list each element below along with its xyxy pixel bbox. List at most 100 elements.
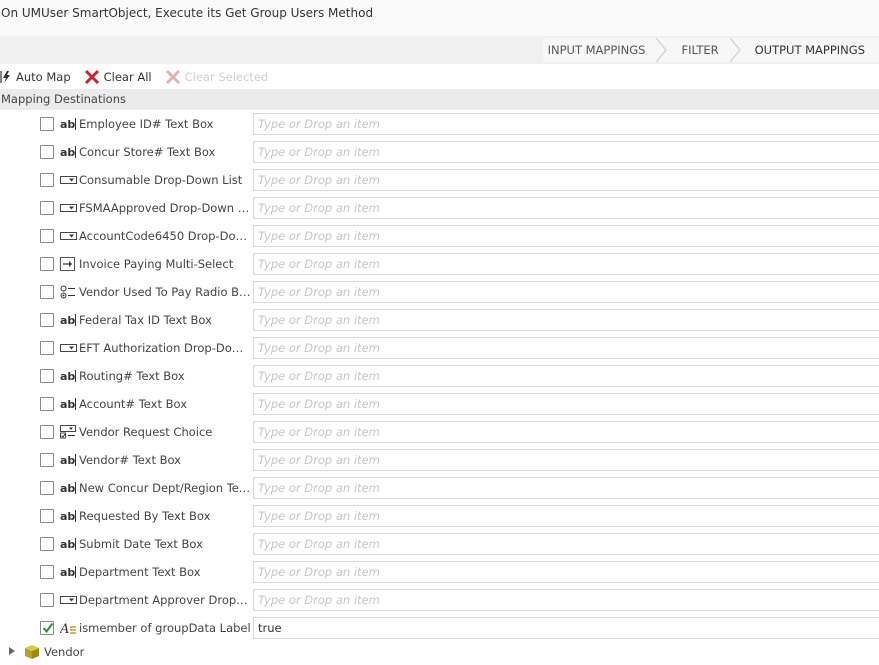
auto-map-button[interactable]: Auto Map [0, 70, 71, 84]
mapping-drop-field[interactable]: Type or Drop an item [253, 253, 879, 275]
row-checkbox[interactable] [40, 117, 54, 131]
radio-list-icon [60, 285, 77, 299]
mapping-drop-field[interactable]: Type or Drop an item [253, 337, 879, 359]
row-label: Department Text Box [79, 565, 201, 579]
row-checkbox[interactable] [40, 369, 54, 383]
mapping-drop-field[interactable]: Type or Drop an item [253, 477, 879, 499]
clear-all-button[interactable]: Clear All [84, 69, 152, 85]
mapping-drop-field[interactable]: Type or Drop an item [253, 197, 879, 219]
tree-node-label: Vendor [44, 645, 85, 659]
row-label: Federal Tax ID Text Box [79, 313, 212, 327]
row-label: Requested By Text Box [79, 509, 211, 523]
mapping-drop-field[interactable]: Type or Drop an item [253, 505, 879, 527]
mapping-drop-field[interactable]: Type or Drop an item [253, 421, 879, 443]
textbox-icon: ab [60, 537, 77, 551]
textbox-icon: ab [60, 453, 77, 467]
row-checkbox[interactable] [40, 509, 54, 523]
mapping-row: Vendor Request Choice Type or Drop an ite… [0, 418, 879, 446]
chevron-right-icon [656, 38, 668, 62]
row-checkbox[interactable] [40, 397, 54, 411]
mapping-row: ab New Concur Dept/Region Text BoxType or… [0, 474, 879, 502]
row-checkbox[interactable] [40, 173, 54, 187]
row-label: Vendor Used To Pay Radio Button List [79, 285, 251, 299]
page-title: On UMUser SmartObject, Execute its Get G… [1, 6, 374, 20]
checkmark-icon [42, 622, 54, 634]
mapping-row: ab Submit Date Text Box Type or Drop an it… [0, 530, 879, 558]
svg-text:ab: ab [60, 314, 75, 327]
row-checkbox[interactable] [40, 201, 54, 215]
clear-x-icon [84, 69, 99, 85]
row-checkbox[interactable] [40, 537, 54, 551]
row-label: Consumable Drop-Down List [79, 173, 243, 187]
row-label: Invoice Paying Multi-Select [79, 257, 234, 271]
mapping-drop-field[interactable]: Type or Drop an item [253, 225, 879, 247]
mapping-row: Department Approver Drop-Down ListType o… [0, 586, 879, 614]
row-label: Employee ID# Text Box [79, 117, 214, 131]
row-checkbox[interactable] [40, 229, 54, 243]
mapping-drop-field[interactable]: Type or Drop an item [253, 141, 879, 163]
svg-text:ab: ab [60, 146, 75, 159]
mapping-drop-field[interactable]: Type or Drop an item [253, 533, 879, 555]
row-label: Concur Store# Text Box [79, 145, 216, 159]
section-heading: Mapping Destinations [0, 89, 879, 110]
auto-map-icon [0, 71, 10, 83]
svg-text:ab: ab [60, 510, 75, 523]
dropdown-icon [60, 229, 77, 243]
svg-text:ab: ab [60, 566, 75, 579]
mapping-drop-field[interactable]: Type or Drop an item [253, 113, 879, 135]
row-checkbox[interactable] [40, 481, 54, 495]
textbox-icon: ab [60, 313, 77, 327]
row-checkbox[interactable] [40, 621, 54, 635]
textbox-icon: ab [60, 565, 77, 579]
row-label: Account# Text Box [79, 397, 188, 411]
row-checkbox[interactable] [40, 593, 54, 607]
row-checkbox[interactable] [40, 313, 54, 327]
mapping-row: ab Routing# Text Box Type or Drop an item [0, 362, 879, 390]
step-output-mappings[interactable]: OUTPUT MAPPINGS [732, 38, 879, 62]
dropdown-icon [60, 201, 77, 215]
row-label: Submit Date Text Box [79, 537, 203, 551]
mapping-drop-field[interactable]: Type or Drop an item [253, 309, 879, 331]
smartobject-cube-icon [25, 645, 39, 659]
svg-text:ab: ab [60, 118, 75, 131]
row-checkbox[interactable] [40, 425, 54, 439]
textbox-icon: ab [60, 481, 77, 495]
mapping-row: AccountCode6450 Drop-Down ListType or Dr… [0, 222, 879, 250]
wizard-bar: INPUT MAPPINGS FILTER OUTPUT MAPPINGS [0, 36, 879, 64]
dropdown-icon [60, 173, 77, 187]
row-label: FSMAApproved Drop-Down List [79, 201, 251, 215]
expand-arrow-icon[interactable] [8, 646, 16, 656]
mapping-drop-field[interactable]: Type or Drop an item [253, 365, 879, 387]
row-checkbox[interactable] [40, 565, 54, 579]
step-input-mappings[interactable]: INPUT MAPPINGS [542, 38, 668, 62]
mapping-drop-field[interactable]: Type or Drop an item [253, 561, 879, 583]
step-label: OUTPUT MAPPINGS [754, 43, 865, 57]
mapping-drop-field[interactable]: Type or Drop an item [253, 589, 879, 611]
mapping-toolbar: Auto Map Clear All Clear Selected [0, 66, 879, 88]
mapping-drop-field[interactable]: Type or Drop an item [253, 169, 879, 191]
row-checkbox[interactable] [40, 145, 54, 159]
clear-selected-button[interactable]: Clear Selected [165, 69, 269, 85]
mapping-drop-field[interactable]: Type or Drop an item [253, 393, 879, 415]
textbox-icon: ab [60, 145, 77, 159]
row-checkbox[interactable] [40, 453, 54, 467]
row-checkbox[interactable] [40, 341, 54, 355]
row-checkbox[interactable] [40, 285, 54, 299]
mapping-row: Consumable Drop-Down List Type or Drop an… [0, 166, 879, 194]
mapping-row: Invoice Paying Multi-Select Type or Drop … [0, 250, 879, 278]
mapping-row: ab Requested By Text Box Type or Drop an i… [0, 502, 879, 530]
row-label: New Concur Dept/Region Text Box [79, 481, 251, 495]
mapping-row: ab Department Text Box Type or Drop an ite… [0, 558, 879, 586]
mapping-drop-field[interactable]: Type or Drop an item [253, 281, 879, 303]
tree-node-vendor[interactable]: Vendor [0, 641, 200, 663]
row-checkbox[interactable] [40, 257, 54, 271]
auto-map-label: Auto Map [16, 70, 71, 84]
clear-selected-label: Clear Selected [184, 70, 269, 84]
step-filter[interactable]: FILTER [659, 38, 741, 62]
mapping-drop-field[interactable]: Type or Drop an item [253, 449, 879, 471]
mapping-row: ab Vendor# Text Box Type or Drop an item [0, 446, 879, 474]
mapping-rows: ab Employee ID# Text Box Type or Drop an i… [0, 110, 879, 642]
textbox-icon: ab [60, 117, 77, 131]
mapping-drop-field[interactable]: true [253, 617, 879, 639]
mapping-row: Aismember of groupData Label true [0, 614, 879, 642]
